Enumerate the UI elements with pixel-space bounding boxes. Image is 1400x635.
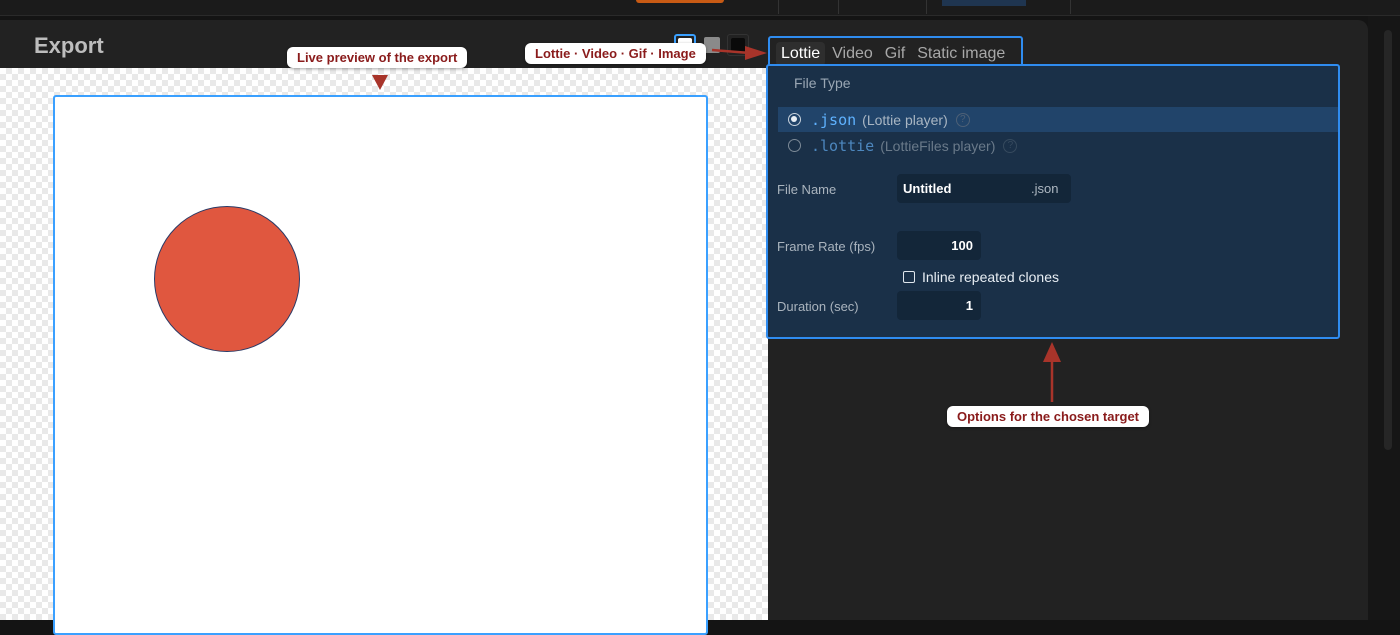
export-options-panel: File Type .json (Lottie player) ? .lotti… xyxy=(766,64,1340,339)
frame-rate-label: Frame Rate (fps) xyxy=(777,239,876,254)
duration-label: Duration (sec) xyxy=(777,299,859,314)
file-type-label: File Type xyxy=(794,75,851,91)
checkbox-icon[interactable] xyxy=(903,271,915,283)
file-type-desc: (Lottie player) xyxy=(862,111,948,128)
toolbar-divider xyxy=(838,0,839,14)
duration-field[interactable]: 1 xyxy=(897,291,981,320)
side-panel-edge xyxy=(1368,16,1400,620)
file-type-option-json[interactable]: .json (Lottie player) ? xyxy=(778,107,1338,132)
toolbar-divider xyxy=(778,0,779,14)
file-type-ext: .json xyxy=(811,110,857,129)
frame-rate-field[interactable]: 100 xyxy=(897,231,981,260)
tab-gif[interactable]: Gif xyxy=(880,42,910,66)
tab-video[interactable]: Video xyxy=(827,42,878,66)
toolbar-accent xyxy=(636,0,724,3)
preview-canvas xyxy=(53,95,708,635)
file-type-ext: .lottie xyxy=(811,136,875,155)
file-name-label: File Name xyxy=(777,182,837,197)
toolbar-active-item xyxy=(942,0,1026,6)
radio-selected-icon[interactable] xyxy=(788,113,801,126)
options-callout: Options for the chosen target xyxy=(947,406,1150,427)
dialog-title: Export xyxy=(34,33,104,58)
radio-unselected-icon[interactable] xyxy=(788,139,801,152)
background-black-button[interactable] xyxy=(727,34,749,56)
preview-circle-shape xyxy=(154,206,300,352)
file-type-option-lottie[interactable]: .lottie (LottieFiles player) ? xyxy=(778,133,1338,158)
app-toolbar-strip xyxy=(0,0,1400,16)
scrollbar[interactable] xyxy=(1384,30,1392,450)
file-name-input[interactable] xyxy=(903,181,1031,196)
frame-rate-value: 100 xyxy=(951,238,973,253)
inline-clones-label: Inline repeated clones xyxy=(922,269,1059,285)
inline-clones-checkbox[interactable]: Inline repeated clones xyxy=(903,269,1059,285)
file-type-desc: (LottieFiles player) xyxy=(880,137,996,154)
help-icon[interactable]: ? xyxy=(955,112,970,127)
help-icon[interactable]: ? xyxy=(1003,138,1018,153)
preview-callout: Live preview of the export xyxy=(287,47,468,68)
toolbar-divider xyxy=(1070,0,1071,14)
tab-static-image[interactable]: Static image xyxy=(912,42,1010,66)
duration-value: 1 xyxy=(965,298,973,313)
file-name-field[interactable]: .json xyxy=(897,174,1071,203)
file-name-suffix: .json xyxy=(1031,181,1059,196)
tab-lottie[interactable]: Lottie xyxy=(776,42,826,66)
tabs-callout: Lottie · Video · Gif · Image xyxy=(525,43,706,64)
toolbar-divider xyxy=(926,0,927,14)
